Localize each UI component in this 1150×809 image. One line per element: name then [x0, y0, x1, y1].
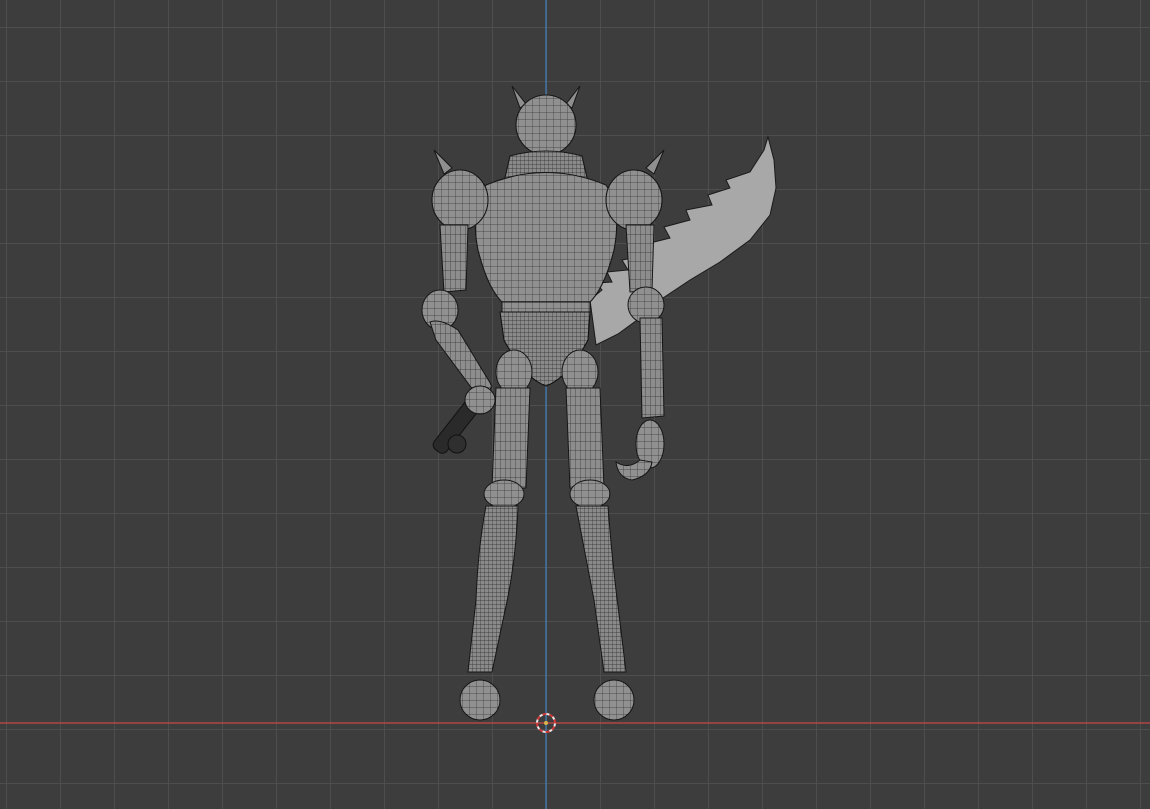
shoulder-spike-right [645, 149, 665, 175]
sword-blade[interactable] [589, 135, 777, 346]
hip-right [561, 349, 599, 395]
hip-left [495, 349, 533, 395]
viewport-canvas[interactable] [0, 0, 1150, 809]
knee-right [569, 479, 611, 509]
shin-right [575, 505, 627, 673]
thigh-left [491, 387, 531, 489]
shoulder-right [605, 169, 663, 231]
3d-viewport[interactable] [0, 0, 1150, 809]
torso [474, 171, 618, 305]
head [515, 94, 577, 156]
shoulder-left [431, 169, 489, 231]
shin-left [467, 505, 519, 673]
claw-hand [615, 459, 653, 481]
shoulder-spike-left [433, 149, 453, 175]
foot-left [459, 679, 501, 721]
character-mesh[interactable] [421, 85, 777, 721]
knee-left [483, 479, 525, 509]
thigh-right [565, 387, 605, 489]
foot-right [593, 679, 635, 721]
